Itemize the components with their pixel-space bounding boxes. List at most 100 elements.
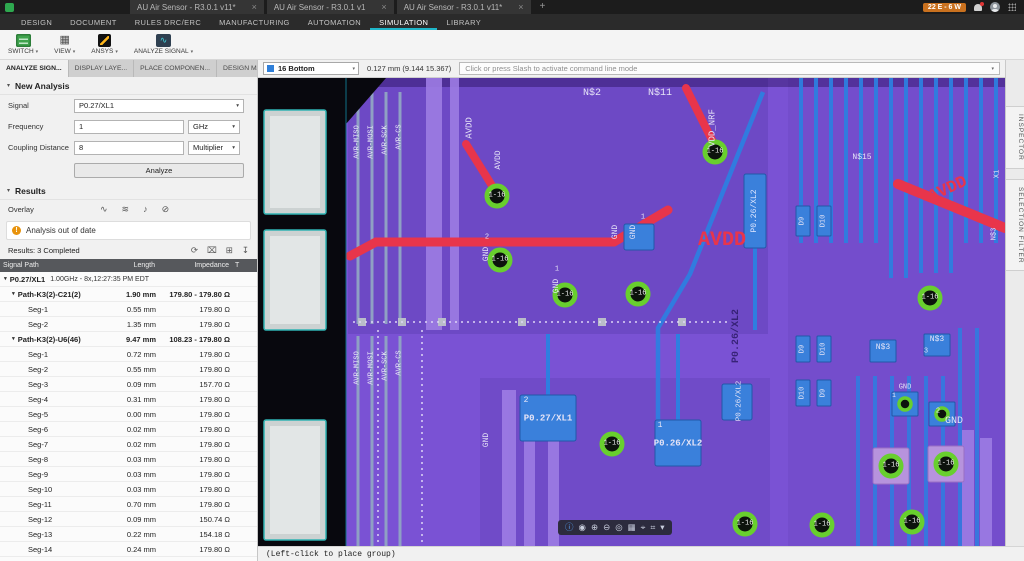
net-label: 1: [658, 422, 663, 430]
pcb-canvas[interactable]: ⓘ◉⊕⊖◎▦⌖⌗▾ N$2N$11VDD_NRFN$15AVDDAVDDAVDD…: [258, 78, 1005, 546]
menu-item-manufacturing[interactable]: MANUFACTURING: [210, 14, 299, 30]
overlay-note-icon[interactable]: ♪: [143, 205, 148, 214]
table-row[interactable]: Seg-80.03 mm179.80 Ω: [0, 452, 257, 467]
length-cell: 0.24 mm: [106, 545, 158, 554]
table-row[interactable]: Seg-100.03 mm179.80 Ω: [0, 482, 257, 497]
table-row[interactable]: Seg-110.70 mm179.80 Ω: [0, 497, 257, 512]
menu-item-document[interactable]: DOCUMENT: [61, 14, 126, 30]
menu-item-library[interactable]: LIBRARY: [437, 14, 490, 30]
col-length[interactable]: Length: [106, 262, 158, 269]
app-grid-icon[interactable]: [1008, 3, 1016, 11]
col-signal-path[interactable]: Signal Path: [0, 262, 106, 269]
table-row[interactable]: Seg-10.55 mm179.80 Ω: [0, 302, 257, 317]
net-label: P0.26/XL2: [736, 381, 744, 422]
table-row[interactable]: Seg-90.03 mm179.80 Ω: [0, 467, 257, 482]
more-icon[interactable]: ▾: [660, 523, 664, 532]
analyze-button[interactable]: Analyze: [74, 163, 244, 178]
table-row[interactable]: Seg-40.31 mm179.80 Ω: [0, 392, 257, 407]
new-analysis-header[interactable]: ▾ New Analysis: [0, 77, 257, 95]
export-icon[interactable]: ⊞: [226, 246, 233, 255]
menu-item-simulation[interactable]: SIMULATION: [370, 14, 437, 30]
table-row[interactable]: Seg-60.02 mm179.80 Ω: [0, 422, 257, 437]
zoom-out-icon[interactable]: ⊖: [603, 523, 610, 532]
origin-icon[interactable]: ⌖: [641, 523, 646, 532]
window-tab[interactable]: AU Air Sensor - R3.0.1 v11*×: [397, 0, 531, 14]
close-icon[interactable]: ×: [381, 3, 386, 12]
table-row[interactable]: Seg-21.35 mm179.80 Ω: [0, 317, 257, 332]
menu-item-rules-drc-erc[interactable]: RULES DRC/ERC: [126, 14, 210, 30]
table-row[interactable]: Seg-20.55 mm179.80 Ω: [0, 362, 257, 377]
grid-icon[interactable]: ▦: [628, 523, 636, 532]
panel-tab[interactable]: ANALYZE SIGN...: [0, 60, 69, 77]
signal-select[interactable]: P0.27/XL1 ▾: [74, 99, 244, 113]
table-row[interactable]: Seg-130.22 mm154.18 Ω: [0, 527, 257, 542]
net-label: D10: [800, 387, 807, 400]
length-cell: 0.31 mm: [106, 395, 158, 404]
col-impedance[interactable]: Impedance: [158, 262, 232, 269]
frequency-unit-select[interactable]: GHz ▾: [188, 120, 240, 134]
table-row[interactable]: Seg-30.09 mm157.70 Ω: [0, 377, 257, 392]
eye-icon[interactable]: ◉: [579, 523, 586, 532]
overlay-disable-icon[interactable]: ⊘: [162, 205, 170, 214]
new-tab-icon[interactable]: +: [540, 0, 546, 14]
expand-icon[interactable]: ▾: [12, 336, 15, 342]
impedance-cell: 179.80 Ω: [158, 365, 232, 374]
switch-tool-button[interactable]: SWITCH▾: [8, 34, 38, 55]
net-label: P0.26/XL2: [732, 309, 742, 363]
table-row[interactable]: ▾Path-K3(2)-C21(2)1.90 mm179.80 - 179.80…: [0, 287, 257, 302]
table-row[interactable]: ▾P0.27/XL11.00GHz - 8x,12:27:35 PM EDT: [0, 272, 257, 287]
user-avatar[interactable]: [990, 2, 1000, 12]
rail-tab-selection-filter[interactable]: SELECTION FILTER: [1006, 179, 1024, 272]
expand-icon[interactable]: ▾: [12, 291, 15, 297]
notifications-bell-icon[interactable]: [974, 4, 982, 11]
table-row[interactable]: Seg-140.24 mm179.80 Ω: [0, 542, 257, 557]
panel-tab[interactable]: DESIGN MANAG...: [217, 60, 258, 77]
row-name: Seg-5: [28, 410, 48, 419]
table-row[interactable]: Seg-10.72 mm179.80 Ω: [0, 347, 257, 362]
layer-select[interactable]: 16 Bottom ▾: [263, 62, 359, 75]
info-icon[interactable]: ⓘ: [565, 523, 574, 532]
zoom-fit-icon[interactable]: ◎: [615, 523, 622, 532]
overlay-ripple-icon[interactable]: ≋: [122, 205, 130, 214]
table-row[interactable]: ▾Path-K3(2)-U6(46)9.47 mm108.23 - 179.80…: [0, 332, 257, 347]
delete-icon[interactable]: ⌧: [207, 246, 217, 255]
net-label: N$3: [992, 228, 999, 241]
snap-icon[interactable]: ⌗: [650, 523, 655, 532]
window-tab[interactable]: AU Air Sensor - R3.0.1 v11*×: [130, 0, 264, 14]
ansys-tool-button[interactable]: ANSYS▾: [91, 34, 118, 55]
col-t[interactable]: T: [232, 262, 257, 269]
refresh-icon[interactable]: ⟳: [191, 246, 198, 255]
length-cell: 1.90 mm: [106, 290, 158, 299]
expand-icon[interactable]: ▾: [4, 276, 7, 282]
rail-tab-inspector[interactable]: INSPECTOR: [1006, 106, 1024, 169]
switch-label: SWITCH: [8, 48, 34, 55]
coupling-input[interactable]: [74, 141, 184, 155]
table-row[interactable]: Seg-120.09 mm150.74 Ω: [0, 512, 257, 527]
menu-item-design[interactable]: DESIGN: [12, 14, 61, 30]
frequency-input[interactable]: [74, 120, 184, 134]
table-row[interactable]: Seg-150.06 mm179.80 Ω: [0, 557, 257, 561]
close-icon[interactable]: ×: [252, 3, 257, 12]
zoom-in-icon[interactable]: ⊕: [591, 523, 598, 532]
warning-text: Analysis out of date: [26, 226, 96, 235]
view-tool-button[interactable]: ▦ VIEW▾: [54, 34, 75, 55]
download-icon[interactable]: ↧: [242, 246, 249, 255]
table-row[interactable]: Seg-70.02 mm179.80 Ω: [0, 437, 257, 452]
window-tab[interactable]: AU Air Sensor - R3.0.1 v1×: [267, 0, 394, 14]
results-header[interactable]: ▾ Results: [0, 182, 257, 200]
job-status-badge[interactable]: 22 E - 6 W: [923, 3, 966, 12]
overlay-wave-icon[interactable]: ∿: [100, 205, 108, 214]
command-line[interactable]: Click or press Slash to activate command…: [459, 62, 1000, 75]
close-icon[interactable]: ×: [518, 3, 523, 12]
menu-item-automation[interactable]: AUTOMATION: [299, 14, 370, 30]
panel-tab[interactable]: PLACE COMPONEN...: [134, 60, 217, 77]
impedance-cell: 179.80 Ω: [158, 320, 232, 329]
row-name: Seg-14: [28, 545, 52, 554]
row-name: Seg-2: [28, 365, 48, 374]
signal-path-cell: ▾Path-K3(2)-C21(2): [0, 290, 106, 299]
table-row[interactable]: Seg-50.00 mm179.80 Ω: [0, 407, 257, 422]
panel-tab[interactable]: DISPLAY LAYE...: [69, 60, 135, 77]
coupling-unit-select[interactable]: Multiplier ▾: [188, 141, 240, 155]
row-name: Seg-9: [28, 470, 48, 479]
analyze-signal-tool-button[interactable]: ∿ ANALYZE SIGNAL▾: [134, 34, 193, 55]
